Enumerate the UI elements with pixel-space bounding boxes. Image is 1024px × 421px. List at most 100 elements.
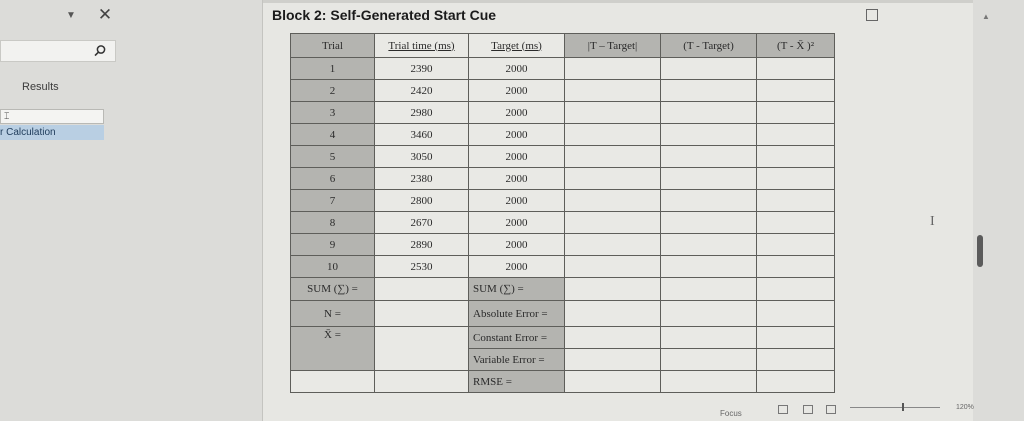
table-cell[interactable] [660, 189, 757, 212]
table-cell[interactable] [756, 145, 835, 168]
table-cell[interactable] [660, 211, 757, 234]
zoom-slider-knob[interactable] [902, 403, 904, 411]
table-cell[interactable] [564, 101, 661, 124]
trial-time-cell[interactable]: 2670 [374, 211, 469, 234]
table-cell[interactable] [660, 167, 757, 190]
table-cell[interactable] [660, 123, 757, 146]
table-cell[interactable] [374, 277, 469, 301]
table-cell[interactable] [756, 211, 835, 234]
table-header-row: Trial Trial time (ms) Target (ms) |T – T… [290, 33, 835, 58]
table-cell[interactable] [756, 326, 835, 349]
trial-time-cell[interactable]: 3050 [374, 145, 469, 168]
table-cell[interactable] [756, 167, 835, 190]
trial-data-table: Trial Trial time (ms) Target (ms) |T – T… [290, 33, 835, 393]
table-cell[interactable] [660, 300, 757, 327]
read-mode-icon[interactable] [778, 405, 788, 414]
sum-right-label: SUM (∑) = [468, 277, 565, 301]
trial-time-cell[interactable]: 3460 [374, 123, 469, 146]
trial-number-cell: 5 [290, 145, 375, 168]
sum-left-label: SUM (∑) = [290, 277, 375, 301]
table-cell[interactable] [756, 123, 835, 146]
scroll-up-icon[interactable]: ▲ [982, 12, 990, 21]
table-cell[interactable] [660, 101, 757, 124]
table-cell[interactable] [564, 167, 661, 190]
target-cell[interactable]: 2000 [468, 79, 565, 102]
table-cell[interactable] [564, 123, 661, 146]
table-cell[interactable] [374, 326, 469, 371]
trial-time-cell[interactable]: 2530 [374, 255, 469, 278]
trial-time-cell[interactable]: 2390 [374, 57, 469, 80]
checkbox-icon[interactable] [866, 9, 878, 21]
navigation-item[interactable]: ⌶ [0, 109, 104, 124]
table-cell[interactable] [564, 370, 661, 393]
table-cell[interactable] [756, 233, 835, 256]
table-cell[interactable] [756, 101, 835, 124]
trial-number-cell: 2 [290, 79, 375, 102]
table-cell[interactable] [564, 79, 661, 102]
table-cell[interactable] [756, 57, 835, 80]
table-cell[interactable] [756, 348, 835, 371]
table-cell[interactable] [756, 277, 835, 301]
target-cell[interactable]: 2000 [468, 211, 565, 234]
table-cell[interactable] [564, 326, 661, 349]
table-cell[interactable] [660, 79, 757, 102]
table-cell[interactable] [756, 370, 835, 393]
table-cell[interactable] [756, 189, 835, 212]
rmse-label: RMSE = [468, 370, 565, 393]
web-layout-icon[interactable] [826, 405, 836, 414]
table-cell[interactable] [756, 300, 835, 327]
header-deviation: (T - Target) [660, 33, 757, 58]
target-cell[interactable]: 2000 [468, 145, 565, 168]
search-icon[interactable] [93, 44, 107, 58]
close-icon[interactable]: ✕ [96, 6, 114, 24]
zoom-slider[interactable] [850, 407, 940, 408]
table-cell[interactable] [564, 300, 661, 327]
target-cell[interactable]: 2000 [468, 233, 565, 256]
target-cell[interactable]: 2000 [468, 57, 565, 80]
table-cell[interactable] [564, 57, 661, 80]
table-cell[interactable] [374, 300, 469, 327]
print-layout-icon[interactable] [803, 405, 813, 414]
trial-time-cell[interactable]: 2890 [374, 233, 469, 256]
navigation-pane-header: ▼ ✕ [0, 0, 262, 32]
summary-row-n: N = Absolute Error = [290, 300, 835, 327]
trial-time-cell[interactable]: 2380 [374, 167, 469, 190]
table-cell[interactable] [660, 145, 757, 168]
target-cell[interactable]: 2000 [468, 167, 565, 190]
results-tab[interactable]: Results [22, 81, 59, 93]
table-cell[interactable] [564, 348, 661, 371]
focus-mode-button[interactable]: Focus [720, 409, 742, 418]
table-cell[interactable] [660, 277, 757, 301]
navigation-item-selected[interactable]: r Calculation [0, 125, 104, 140]
trial-time-cell[interactable]: 2800 [374, 189, 469, 212]
scrollbar-thumb[interactable] [977, 235, 983, 267]
table-cell[interactable] [660, 326, 757, 349]
zoom-level[interactable]: 120% [956, 404, 974, 411]
trial-time-cell[interactable]: 2420 [374, 79, 469, 102]
table-cell[interactable] [290, 370, 375, 393]
header-abs-deviation: |T – Target| [564, 33, 661, 58]
vertical-scrollbar[interactable] [973, 0, 1024, 421]
table-cell[interactable] [564, 211, 661, 234]
table-cell[interactable] [564, 145, 661, 168]
target-cell[interactable]: 2000 [468, 123, 565, 146]
table-cell[interactable] [564, 189, 661, 212]
table-cell[interactable] [564, 233, 661, 256]
chevron-down-icon[interactable]: ▼ [64, 9, 78, 23]
table-cell[interactable] [374, 370, 469, 393]
table-cell[interactable] [564, 277, 661, 301]
table-cell[interactable] [660, 233, 757, 256]
table-cell[interactable] [660, 57, 757, 80]
target-cell[interactable]: 2000 [468, 189, 565, 212]
table-cell[interactable] [660, 348, 757, 371]
header-trial-time: Trial time (ms) [374, 33, 469, 58]
table-cell[interactable] [564, 255, 661, 278]
table-cell[interactable] [660, 370, 757, 393]
table-cell[interactable] [756, 255, 835, 278]
table-cell[interactable] [660, 255, 757, 278]
trial-time-cell[interactable]: 2980 [374, 101, 469, 124]
target-cell[interactable]: 2000 [468, 101, 565, 124]
navigation-search-input[interactable] [0, 40, 116, 62]
target-cell[interactable]: 2000 [468, 255, 565, 278]
table-cell[interactable] [756, 79, 835, 102]
